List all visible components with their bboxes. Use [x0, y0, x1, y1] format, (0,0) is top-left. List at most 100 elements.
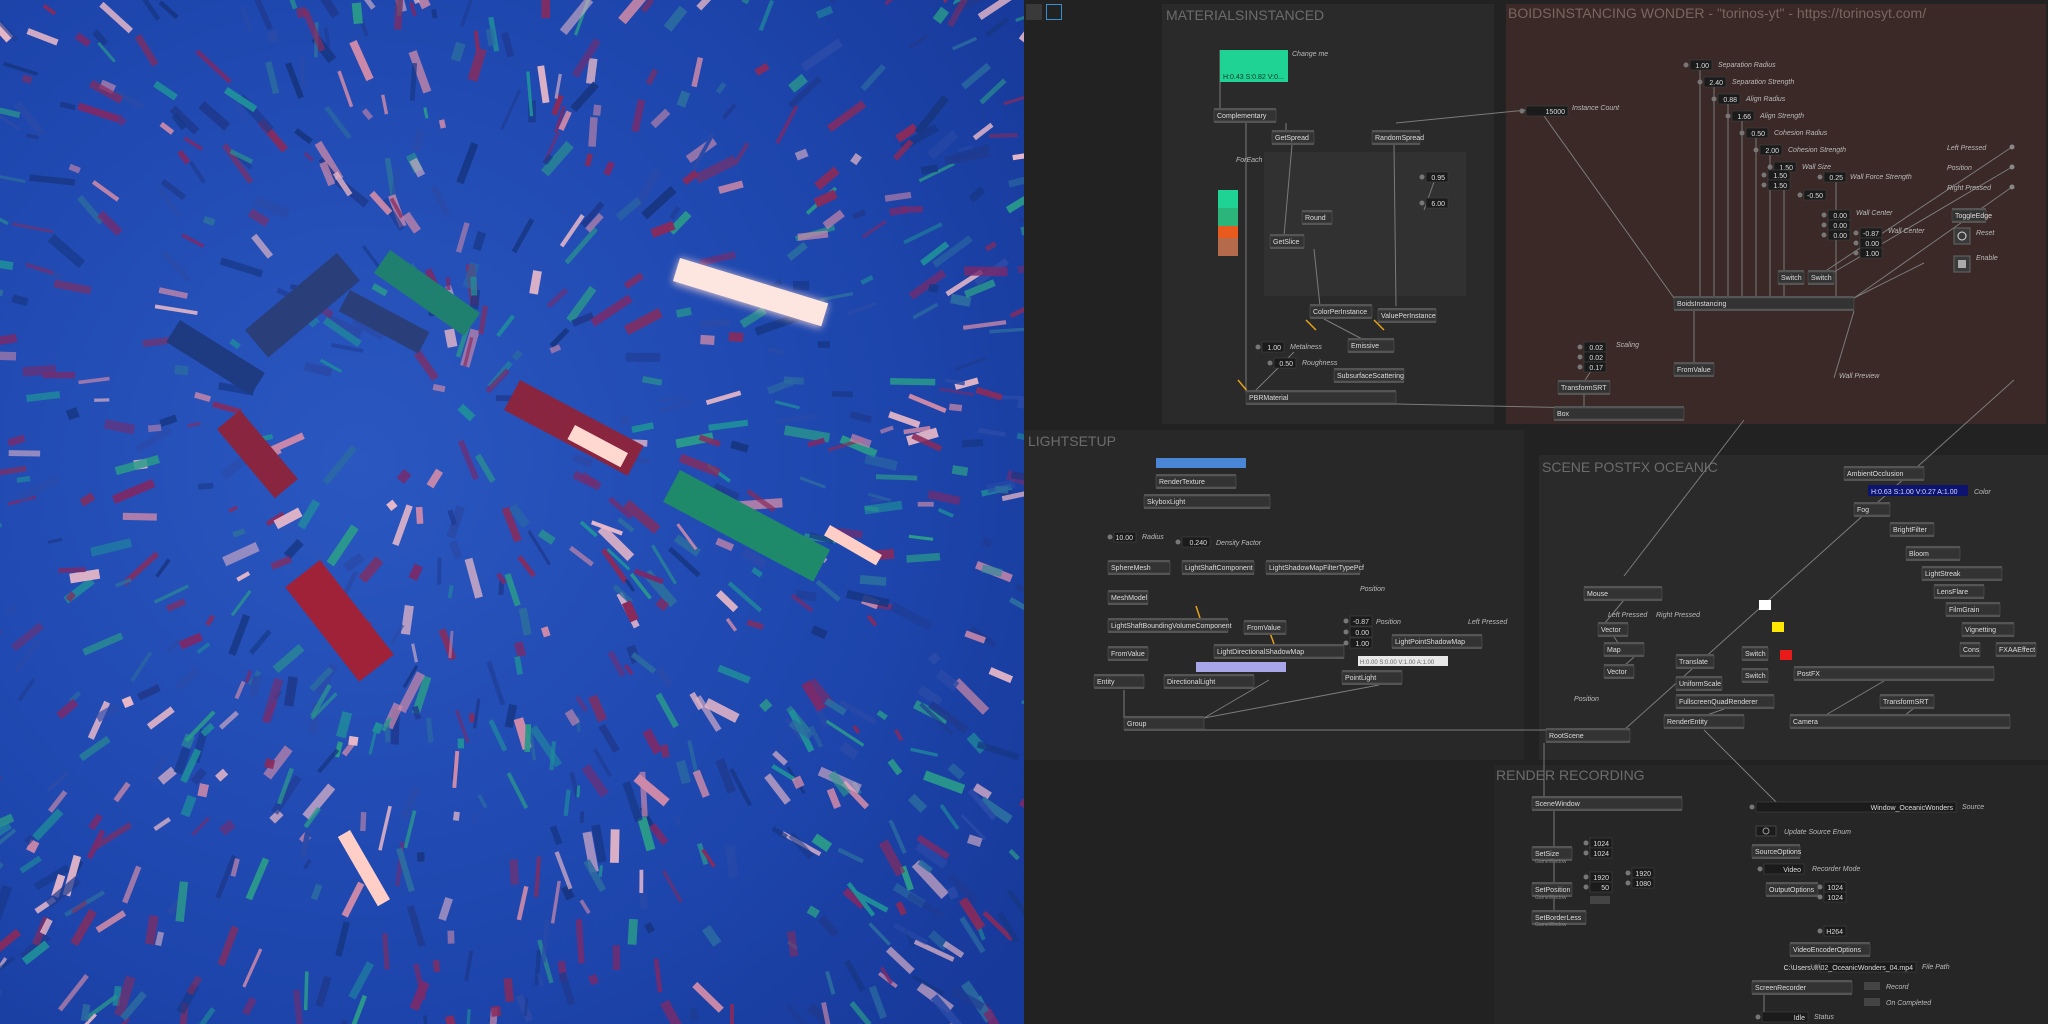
instance-stick	[640, 893, 648, 909]
instance-count-label: Instance Count	[1572, 105, 1620, 112]
param-value-2-text: 0.88	[1723, 97, 1737, 104]
node-camera[interactable]: Camera	[1789, 714, 2011, 729]
node-getspread[interactable]: GetSpread	[1271, 130, 1315, 145]
node-box[interactable]: Box	[1553, 406, 1685, 421]
node-lightstreak[interactable]: LightStreak	[1921, 566, 2003, 581]
node-switch-d[interactable]: Switch	[1741, 668, 1769, 683]
node-colorperinstance-label: ColorPerInstance	[1313, 309, 1367, 316]
node-colorperinstance[interactable]: ColorPerInstance	[1309, 304, 1373, 319]
enable-indicator	[1958, 260, 1966, 268]
node-lensflare-label: LensFlare	[1937, 589, 1968, 596]
node-vector-b[interactable]: Vector	[1603, 664, 1635, 679]
node-fullscreenquadrenderer[interactable]: FullscreenQuadRenderer	[1675, 694, 1775, 709]
param-label-0: Separation Radius	[1718, 62, 1776, 69]
node-lightdirectionalshadowmap[interactable]: LightDirectionalShadowMap	[1213, 644, 1345, 659]
node-boidsinstancing[interactable]: BoidsInstancing	[1673, 296, 1855, 311]
node-skyboxlight[interactable]: SkyboxLight	[1143, 494, 1271, 509]
point-light-color-value: H:0.00 S:0.00 V:1.00 A:1.00	[1360, 660, 1435, 666]
node-lensflare[interactable]: LensFlare	[1933, 584, 1985, 599]
on-completed-toggle[interactable]	[1864, 998, 1880, 1006]
node-subsurfacescattering[interactable]: SubsurfaceScattering	[1333, 368, 1405, 383]
node-getspread-label: GetSpread	[1275, 135, 1309, 142]
node-renderentity[interactable]: RenderEntity	[1663, 714, 1745, 729]
node-vector-a[interactable]: Vector	[1597, 622, 1629, 637]
node-fromvalue[interactable]: FromValue	[1673, 362, 1715, 377]
node-screenrecorder[interactable]: ScreenRecorder	[1751, 980, 1853, 995]
reset-button[interactable]	[1953, 227, 1971, 245]
status-select[interactable]: Idle	[1755, 1011, 1809, 1023]
node-entity[interactable]: Entity	[1093, 674, 1145, 689]
node-translate[interactable]: Translate	[1675, 654, 1715, 669]
node-map[interactable]: Map	[1603, 642, 1645, 657]
density-value-text: 0.240	[1189, 540, 1207, 547]
node-getslice[interactable]: GetSlice	[1269, 234, 1305, 249]
node-outputoptions[interactable]: OutputOptions	[1765, 882, 1819, 897]
node-ambientocclusion[interactable]: AmbientOcclusion	[1843, 466, 1925, 481]
node-mouse[interactable]: Mouse	[1583, 586, 1663, 601]
node-rendertexture[interactable]: RenderTexture	[1155, 474, 1237, 489]
status-select-text: Idle	[1794, 1015, 1805, 1022]
node-toggleedge[interactable]: ToggleEdge	[1951, 208, 1992, 223]
node-scenewindow[interactable]: SceneWindow	[1531, 796, 1683, 811]
node-sourceoptions[interactable]: SourceOptions	[1751, 844, 1802, 859]
node-switch-c[interactable]: Switch	[1741, 646, 1769, 661]
instance-count-box[interactable]: 15000	[1519, 105, 1569, 117]
param-value-5-text: 2.00	[1765, 148, 1779, 155]
node-fromvalue-b[interactable]: FromValue	[1243, 620, 1287, 635]
node-bloom[interactable]: Bloom	[1905, 546, 1961, 561]
instance-stick	[625, 352, 661, 363]
node-complementary[interactable]: Complementary	[1213, 108, 1277, 123]
node-switch-a[interactable]: Switch	[1777, 270, 1805, 285]
node-postfx[interactable]: PostFX	[1793, 666, 1995, 681]
boids-input-pin[interactable]	[2009, 184, 2015, 190]
node-meshmodel[interactable]: MeshModel	[1107, 590, 1149, 605]
node-directionallight-label: DirectionalLight	[1167, 679, 1215, 686]
out-h-text: 1024	[1827, 895, 1843, 902]
node-emissive[interactable]: Emissive	[1347, 338, 1395, 353]
node-fromvalue-a[interactable]: FromValue	[1107, 646, 1149, 661]
color-red-box[interactable]	[1780, 650, 1792, 660]
node-lightpointshadowmap[interactable]: LightPointShadowMap	[1391, 634, 1483, 649]
node-fog[interactable]: Fog	[1853, 502, 1891, 517]
node-rootscene[interactable]: RootScene	[1545, 728, 1631, 743]
node-vignetting[interactable]: Vignetting	[1961, 622, 2015, 637]
node-lightshaftcomponent[interactable]: LightShaftComponent	[1181, 560, 1255, 575]
color-yellow-box[interactable]	[1772, 622, 1784, 632]
node-round[interactable]: Round	[1301, 210, 1333, 225]
boids-input-pin[interactable]	[2009, 164, 2015, 170]
directional-light-color[interactable]	[1196, 662, 1286, 672]
skybox-color-bar[interactable]	[1156, 458, 1246, 468]
borderless-toggle[interactable]	[1590, 896, 1610, 904]
node-spheremesh[interactable]: SphereMesh	[1107, 560, 1171, 575]
node-switch-b[interactable]: Switch	[1807, 270, 1835, 285]
node-randomspread[interactable]: RandomSpread	[1371, 130, 1424, 145]
node-lightshaftboundingvolume[interactable]: LightShaftBoundingVolumeComponent	[1107, 618, 1232, 633]
record-toggle[interactable]	[1864, 982, 1880, 990]
node-group-label: Group	[1127, 721, 1147, 728]
color-white-box[interactable]	[1759, 600, 1771, 610]
node-fxaaeffect[interactable]: FXAAEffect	[1995, 642, 2037, 657]
recorder-mode-select[interactable]: Video	[1757, 863, 1805, 875]
boids-input-pin[interactable]	[2009, 144, 2015, 150]
instance-stick	[994, 485, 1009, 494]
node-filmgrain[interactable]: FilmGrain	[1945, 602, 2001, 617]
node-videoencoderoptions[interactable]: VideoEncoderOptions	[1789, 942, 1871, 957]
node-valueperinstance[interactable]: ValuePerInstance	[1377, 308, 1437, 323]
node-pbrmaterial[interactable]: PBRMaterial	[1245, 390, 1397, 405]
node-cons[interactable]: Cons	[1959, 642, 1981, 657]
scaling-0-text: 0.02	[1589, 345, 1603, 352]
patch-canvas[interactable]: MATERIALSINSTANCED BOIDSINSTANCING WONDE…	[1024, 0, 2048, 1024]
patch-editor[interactable]: MATERIALSINSTANCED BOIDSINSTANCING WONDE…	[1024, 0, 2048, 1024]
node-vector-b-label: Vector	[1607, 669, 1628, 676]
node-outputoptions-label: OutputOptions	[1769, 887, 1815, 894]
node-transformsrt[interactable]: TransformSRT	[1557, 380, 1611, 395]
node-transformsrt2[interactable]: TransformSRT	[1879, 694, 1935, 709]
node-pointlight[interactable]: PointLight	[1341, 670, 1403, 685]
node-lightshadowmapfilter[interactable]: LightShadowMapFilterTypePcf	[1265, 560, 1364, 575]
node-uniformscale[interactable]: UniformScale	[1675, 676, 1723, 691]
node-directionallight[interactable]: DirectionalLight	[1163, 674, 1255, 689]
source-select[interactable]: Window_OceanicWonders	[1749, 801, 1957, 813]
node-fog-label: Fog	[1857, 507, 1869, 514]
node-brightfilter[interactable]: BrightFilter	[1889, 522, 1935, 537]
node-group[interactable]: Group	[1123, 716, 1205, 731]
